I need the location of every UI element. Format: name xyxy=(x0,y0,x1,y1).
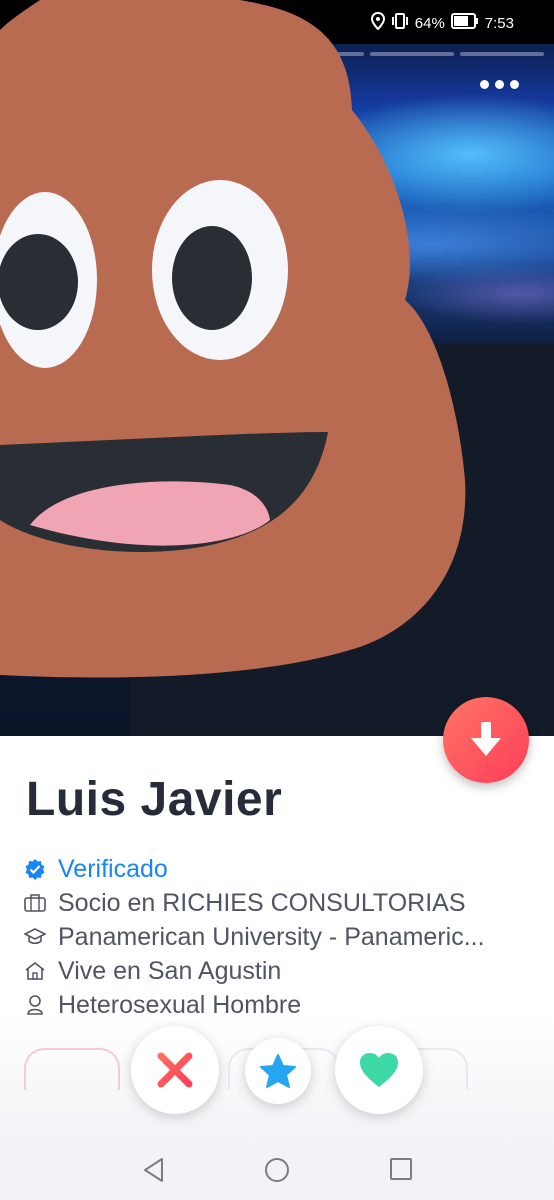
super-like-button[interactable] xyxy=(245,1038,311,1104)
location-row: Vive en San Agustin xyxy=(24,954,544,988)
heart-icon xyxy=(360,1053,398,1087)
poop-emoji-sticker xyxy=(0,0,466,678)
verified-badge-icon xyxy=(24,858,46,880)
interest-tag xyxy=(24,1048,120,1090)
back-nav-icon[interactable] xyxy=(142,1157,166,1188)
profile-name: Luis Javier xyxy=(26,773,283,826)
job-label: Socio en RICHIES CONSULTORIAS xyxy=(58,888,466,917)
like-button[interactable] xyxy=(335,1026,423,1114)
job-row: Socio en RICHIES CONSULTORIAS xyxy=(24,886,544,920)
home-icon xyxy=(24,960,46,982)
collapse-profile-button[interactable] xyxy=(443,697,529,783)
location-label: Vive en San Agustin xyxy=(58,956,282,985)
verified-label: Verificado xyxy=(58,854,168,883)
school-row: Panamerican University - Panameric... xyxy=(24,920,544,954)
graduation-cap-icon xyxy=(24,926,46,948)
person-icon xyxy=(24,994,46,1016)
recents-nav-icon[interactable] xyxy=(389,1157,413,1186)
home-nav-icon[interactable] xyxy=(264,1157,290,1188)
profile-details: Verificado Socio en RICHIES CONSULTORIAS… xyxy=(24,852,544,1022)
briefcase-icon xyxy=(24,892,46,914)
close-icon xyxy=(157,1052,193,1088)
arrow-down-icon xyxy=(471,722,501,756)
system-navigation-bar xyxy=(0,1140,554,1200)
school-label: Panamerican University - Panameric... xyxy=(58,922,485,951)
profile-header: Luis Javier xyxy=(26,772,536,827)
star-icon xyxy=(260,1054,296,1088)
nope-button[interactable] xyxy=(131,1026,219,1114)
verified-row: Verificado xyxy=(24,852,544,886)
